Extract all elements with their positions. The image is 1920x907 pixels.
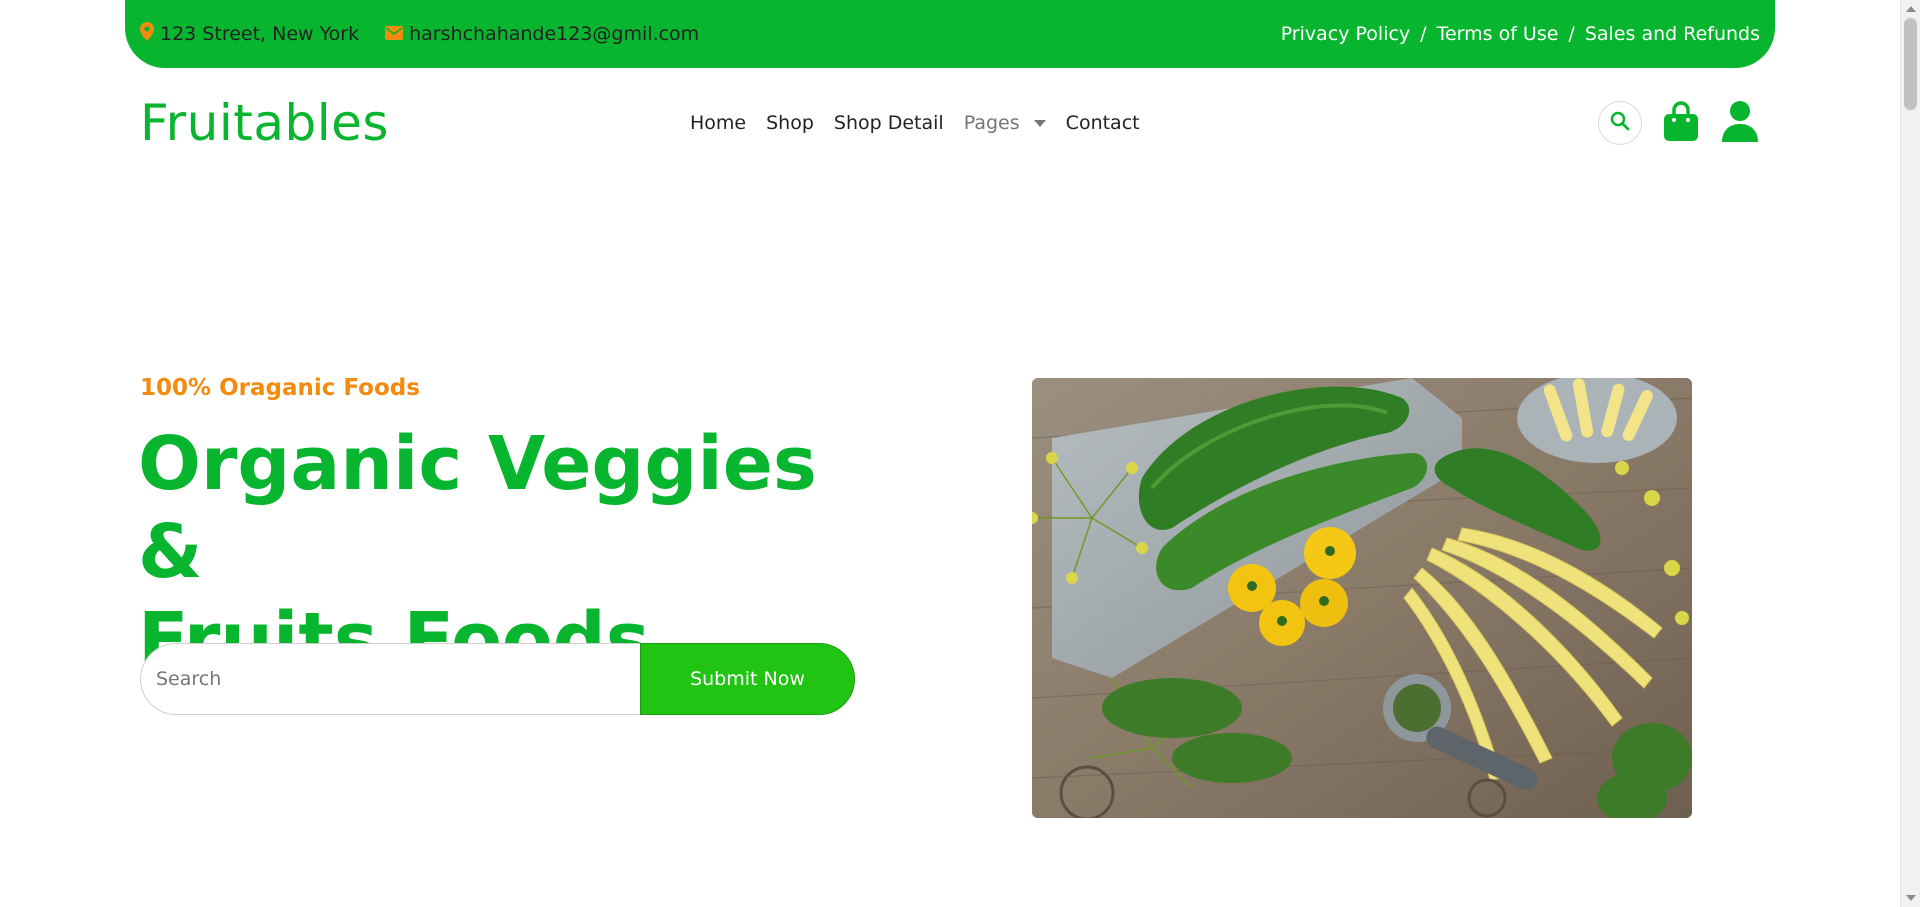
scrollbar-thumb[interactable] (1904, 18, 1917, 110)
shopping-bag-icon[interactable] (1662, 100, 1700, 146)
topbar-contact-info: 123 Street, New York harshchahande123@gm… (140, 22, 699, 46)
scroll-down-arrow-icon[interactable] (1906, 895, 1916, 901)
email-item: harshchahande123@gmil.com (385, 23, 699, 45)
submit-button[interactable]: Submit Now (640, 643, 855, 715)
email-text: harshchahande123@gmil.com (409, 23, 700, 45)
nav-pages-dropdown[interactable]: Pages (954, 112, 1056, 134)
map-marker-icon (140, 22, 154, 46)
nav-icons (1598, 100, 1760, 146)
main-nav: Home Shop Shop Detail Pages Contact (680, 112, 1150, 134)
hero-title-line-1: Organic Veggies & (138, 421, 817, 595)
topbar-policy-links: Privacy Policy / Terms of Use / Sales an… (1281, 23, 1760, 45)
nav-shop[interactable]: Shop (756, 112, 824, 134)
user-icon[interactable] (1720, 100, 1760, 146)
envelope-icon (385, 23, 404, 45)
caret-down-icon (1033, 120, 1046, 127)
terms-of-use-link[interactable]: Terms of Use (1437, 23, 1559, 45)
search-icon (1610, 111, 1630, 135)
navbar: Fruitables Home Shop Shop Detail Pages C… (140, 82, 1760, 164)
hero-vegetables-image (1032, 378, 1692, 818)
separator: / (1420, 23, 1427, 45)
address-item: 123 Street, New York (140, 22, 359, 46)
hero-eyebrow: 100% Oraganic Foods (140, 375, 420, 401)
nav-pages-label: Pages (963, 112, 1020, 134)
privacy-policy-link[interactable]: Privacy Policy (1281, 23, 1410, 45)
page-scrollbar[interactable] (1900, 0, 1920, 907)
hero-search-form: Submit Now (140, 643, 855, 715)
scroll-up-arrow-icon[interactable] (1906, 6, 1916, 12)
sales-refunds-link[interactable]: Sales and Refunds (1585, 23, 1760, 45)
search-input[interactable] (140, 643, 640, 715)
nav-contact[interactable]: Contact (1056, 112, 1150, 134)
search-button[interactable] (1598, 101, 1642, 145)
address-text: 123 Street, New York (160, 23, 360, 45)
separator: / (1568, 23, 1575, 45)
nav-shop-detail[interactable]: Shop Detail (824, 112, 954, 134)
brand-logo[interactable]: Fruitables (140, 94, 680, 152)
nav-home[interactable]: Home (680, 112, 756, 134)
topbar: 123 Street, New York harshchahande123@gm… (125, 0, 1775, 68)
